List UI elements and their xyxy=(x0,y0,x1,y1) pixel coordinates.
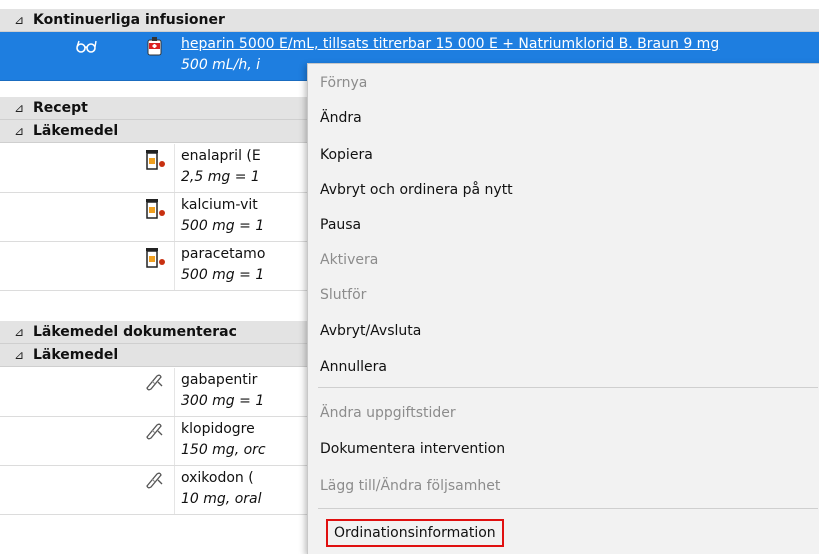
row-title: kalcium-vit xyxy=(181,197,258,213)
column-divider xyxy=(174,368,175,416)
menu-item-change-task-times[interactable]: Ändra uppgiftstider xyxy=(320,398,456,428)
bandage-icon xyxy=(143,470,165,494)
group-header-label: Läkemedel dokumenterac xyxy=(33,324,237,340)
collapse-triangle-icon[interactable]: ⊿ xyxy=(14,321,24,343)
group-header-label: Recept xyxy=(33,100,88,116)
bandage-icon xyxy=(143,421,165,445)
column-divider xyxy=(174,193,175,241)
menu-item-order-information[interactable]: Ordinationsinformation xyxy=(326,519,504,547)
menu-item-document-intervention[interactable]: Dokumentera intervention xyxy=(320,434,505,464)
collapse-triangle-icon[interactable]: ⊿ xyxy=(14,9,24,31)
pill-bottle-icon xyxy=(145,247,167,273)
row-subtitle: 150 mg, orc xyxy=(181,442,266,458)
row-title: oxikodon ( xyxy=(181,470,254,486)
menu-item-pause[interactable]: Pausa xyxy=(320,210,361,240)
menu-item-cancel-reorder[interactable]: Avbryt och ordinera på nytt xyxy=(320,175,513,205)
menu-item-copy[interactable]: Kopiera xyxy=(320,140,373,170)
row-subtitle: 500 mL/h, i xyxy=(181,57,260,73)
pill-bottle-icon xyxy=(145,149,167,175)
group-header-label: Läkemedel xyxy=(33,123,119,139)
row-title: gabapentir xyxy=(181,372,258,388)
row-title: klopidogre xyxy=(181,421,255,437)
row-subtitle: 500 mg = 1 xyxy=(181,267,265,283)
collapse-triangle-icon[interactable]: ⊿ xyxy=(14,120,24,142)
column-divider xyxy=(174,417,175,465)
menu-item-activate[interactable]: Aktivera xyxy=(320,245,378,275)
column-divider xyxy=(174,242,175,290)
row-subtitle: 500 mg = 1 xyxy=(181,218,265,234)
row-title: enalapril (E xyxy=(181,148,261,164)
column-divider xyxy=(174,466,175,514)
bandage-icon xyxy=(143,372,165,396)
column-divider xyxy=(174,144,175,192)
menu-item-renew[interactable]: Förnya xyxy=(320,68,367,98)
row-subtitle: 2,5 mg = 1 xyxy=(181,169,260,185)
menu-item-cancel-end[interactable]: Avbryt/Avsluta xyxy=(320,316,421,346)
menu-item-add-edit-adherence[interactable]: Lägg till/Ändra följsamhet xyxy=(320,471,500,501)
menu-separator xyxy=(318,508,818,509)
menu-separator xyxy=(318,387,818,388)
collapse-triangle-icon[interactable]: ⊿ xyxy=(14,97,24,119)
row-title: heparin 5000 E/mL, tillsats titrerbar 15… xyxy=(181,36,720,52)
group-header-label: Kontinuerliga infusioner xyxy=(33,12,225,28)
glasses-icon xyxy=(76,40,98,58)
row-subtitle: 300 mg = 1 xyxy=(181,393,265,409)
menu-item-annul[interactable]: Annullera xyxy=(320,352,387,382)
group-header-label: Läkemedel xyxy=(33,347,119,363)
row-subtitle: 10 mg, oral xyxy=(181,491,262,507)
pill-bottle-icon xyxy=(145,198,167,224)
collapse-triangle-icon[interactable]: ⊿ xyxy=(14,344,24,366)
row-title: paracetamo xyxy=(181,246,266,262)
context-menu: Förnya Ändra Kopiera Avbryt och ordinera… xyxy=(307,63,819,554)
group-header-continuous-infusions[interactable]: ⊿ Kontinuerliga infusioner xyxy=(0,9,819,32)
menu-item-edit[interactable]: Ändra xyxy=(320,103,362,133)
menu-item-complete[interactable]: Slutför xyxy=(320,280,366,310)
infusion-bag-icon xyxy=(146,37,164,61)
